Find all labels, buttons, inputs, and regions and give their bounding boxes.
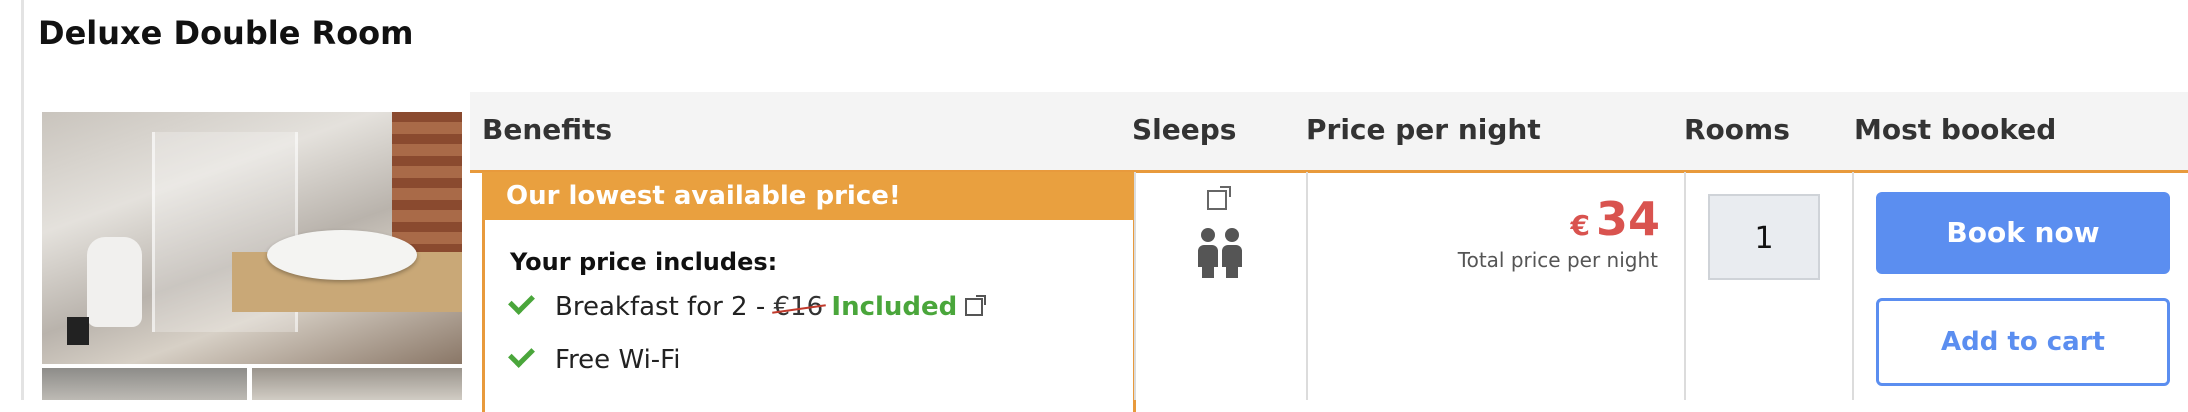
sink (267, 230, 417, 280)
benefit-text: Breakfast for 2 - (555, 292, 774, 322)
column-divider (1134, 172, 1136, 400)
column-divider (1306, 172, 1308, 400)
included-label: Included (831, 292, 958, 322)
bin (67, 317, 89, 345)
price: €34 (1560, 192, 1661, 246)
price-note: Total price per night (1457, 248, 1658, 272)
price-amount: 34 (1595, 192, 1660, 246)
lowest-price-banner: Our lowest available price! (482, 172, 1136, 220)
check-icon (508, 288, 535, 315)
room-photo-thumbnail[interactable] (42, 368, 247, 400)
room-title: Deluxe Double Room (38, 14, 414, 52)
room-photo-main[interactable] (42, 112, 462, 364)
two-people-icon (1198, 228, 1244, 278)
header-most-booked: Most booked (1854, 113, 2057, 146)
includes-label: Your price includes: (510, 248, 778, 276)
price-currency: € (1570, 209, 1590, 242)
header-benefits: Benefits (482, 113, 613, 146)
left-border (0, 0, 24, 400)
column-divider (1684, 172, 1686, 400)
column-divider (1852, 172, 1854, 400)
benefit-wifi: Free Wi-Fi (508, 341, 681, 375)
book-now-button[interactable]: Book now (1876, 192, 2170, 274)
header-rooms: Rooms (1684, 113, 1790, 146)
room-photo-thumbnail[interactable] (252, 368, 462, 400)
benefit-breakfast: Breakfast for 2 - €16 Included (508, 288, 987, 322)
external-link-icon[interactable] (965, 295, 987, 316)
toilet (87, 237, 142, 327)
header-price-per-night: Price per night (1306, 113, 1541, 146)
check-icon (508, 341, 535, 368)
rooms-select[interactable]: 1 (1708, 194, 1820, 280)
banner-text: Our lowest available price! (506, 181, 901, 211)
benefit-text: Free Wi-Fi (555, 345, 681, 375)
external-link-icon[interactable] (1207, 186, 1231, 210)
old-price: €16 (773, 292, 824, 322)
person-icon (1198, 228, 1218, 278)
add-to-cart-button[interactable]: Add to cart (1876, 298, 2170, 386)
header-sleeps: Sleeps (1132, 113, 1237, 146)
person-icon (1222, 228, 1242, 278)
